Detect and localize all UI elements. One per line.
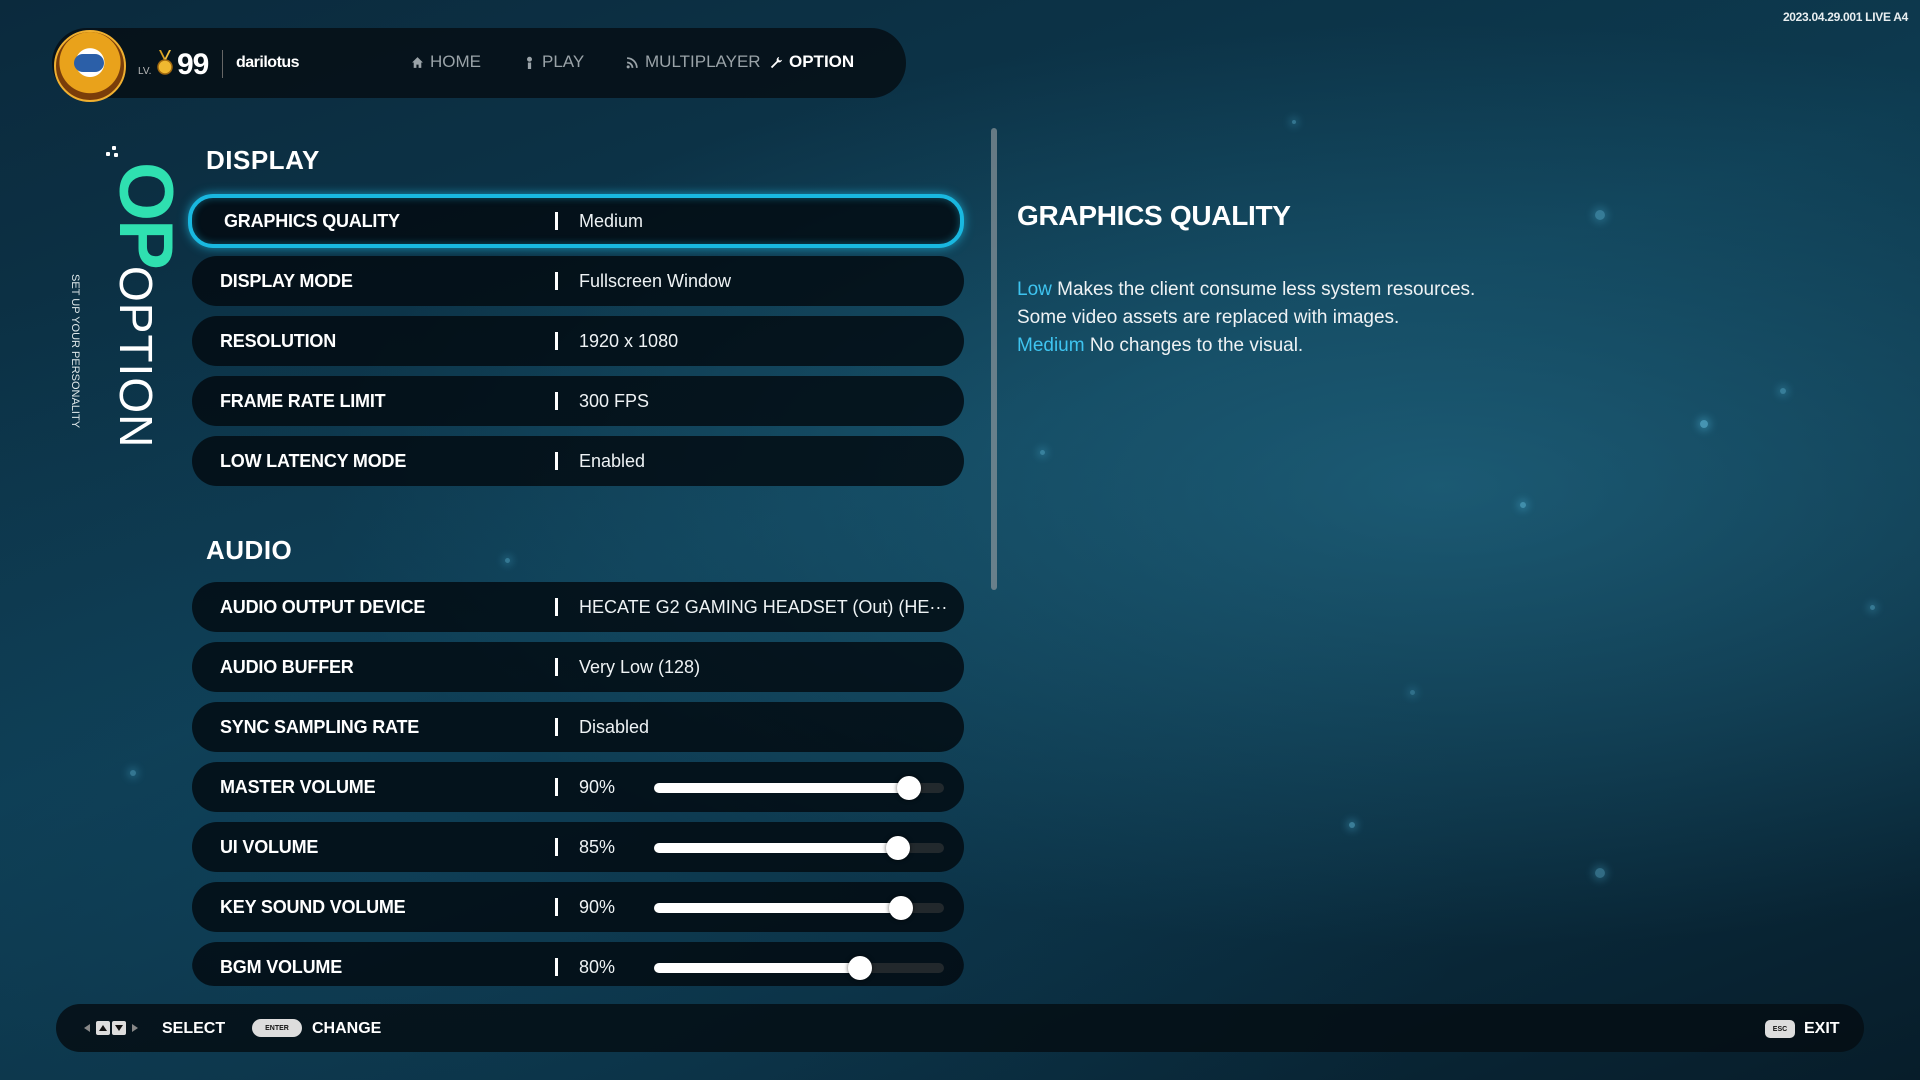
nav-play[interactable]: PLAY — [523, 52, 584, 72]
row-value: 90% — [579, 777, 616, 797]
low-keyword: Low — [1017, 279, 1052, 300]
row-separator — [555, 392, 558, 410]
row-graphics-quality[interactable]: GRAPHICS QUALITY Medium — [188, 194, 964, 248]
row-value: 1920 x 1080 — [579, 331, 679, 351]
enter-key-icon: ENTER — [252, 1019, 302, 1037]
row-low-latency-mode[interactable]: LOW LATENCY MODE Enabled — [192, 436, 964, 486]
row-audio-buffer[interactable]: AUDIO BUFFER Very Low (128) — [192, 642, 964, 692]
row-separator — [555, 452, 558, 470]
nav-play-label: PLAY — [542, 52, 585, 71]
row-label: KEY SOUND VOLUME — [220, 897, 406, 917]
row-value: 85% — [579, 837, 616, 857]
row-separator — [555, 778, 558, 796]
row-label: RESOLUTION — [220, 331, 337, 351]
nav-option[interactable]: OPTION — [770, 52, 854, 72]
signal-icon — [626, 56, 638, 68]
row-label: FRAME RATE LIMIT — [220, 391, 386, 411]
row-value: Enabled — [579, 451, 646, 471]
row-separator — [555, 212, 558, 230]
row-label: AUDIO OUTPUT DEVICE — [220, 597, 426, 617]
side-option-text: OPTION — [110, 266, 162, 448]
row-label: BGM VOLUME — [220, 957, 342, 977]
row-separator — [555, 272, 558, 290]
slider-handle[interactable] — [885, 836, 910, 860]
level-label: LV. — [138, 66, 152, 77]
row-label: SYNC SAMPLING RATE — [220, 717, 420, 737]
side-option-title: OP OPTION SET UP YOUR PERSONALITY — [69, 162, 188, 448]
row-separator — [555, 838, 558, 856]
wrench-icon — [770, 56, 783, 68]
row-separator — [555, 598, 558, 616]
row-frame-rate-limit[interactable]: FRAME RATE LIMIT 300 FPS — [192, 376, 964, 426]
nav-multiplayer[interactable]: MULTIPLAYER — [626, 52, 761, 72]
low-text: Makes the client consume less system res… — [1051, 279, 1476, 300]
avatar[interactable] — [54, 30, 126, 102]
volume-slider[interactable] — [654, 836, 944, 860]
row-separator — [555, 898, 558, 916]
row-resolution[interactable]: RESOLUTION 1920 x 1080 — [192, 316, 964, 366]
row-label: MASTER VOLUME — [220, 777, 376, 797]
username: darilotus — [236, 54, 300, 71]
volume-slider[interactable] — [654, 776, 944, 800]
select-hint: SELECT — [162, 1020, 226, 1037]
row-value: Disabled — [579, 717, 650, 737]
side-op-text: OP — [103, 162, 188, 268]
medium-text: No changes to the visual. — [1084, 335, 1304, 356]
slider-handle[interactable] — [847, 956, 872, 980]
player-level: 99 — [177, 48, 209, 81]
row-label: DISPLAY MODE — [220, 271, 353, 291]
detail-title: GRAPHICS QUALITY — [1017, 200, 1291, 231]
esc-key-icon: ESC — [1765, 1020, 1795, 1038]
arrow-keys-icon — [84, 1021, 138, 1035]
low-text-2: Some video assets are replaced with imag… — [1017, 307, 1400, 328]
exit-button[interactable]: EXIT — [1804, 1020, 1840, 1038]
row-value: 300 FPS — [579, 391, 650, 411]
row-separator — [555, 958, 558, 976]
person-icon — [527, 56, 532, 69]
change-hint: CHANGE — [312, 1020, 382, 1037]
row-label: GRAPHICS QUALITY — [224, 211, 400, 231]
row-value: Fullscreen Window — [579, 271, 732, 291]
medal-icon — [157, 50, 173, 75]
side-subtitle: SET UP YOUR PERSONALITY — [69, 274, 81, 429]
section-audio-title: AUDIO — [206, 535, 293, 565]
row-bgm-volume[interactable]: BGM VOLUME 80% — [192, 942, 964, 986]
row-label: LOW LATENCY MODE — [220, 451, 407, 471]
row-value: 90% — [579, 897, 616, 917]
section-display-title: DISPLAY — [206, 145, 320, 175]
slider-handle[interactable] — [897, 776, 922, 800]
scrollbar[interactable] — [991, 128, 997, 590]
row-sync-sampling-rate[interactable]: SYNC SAMPLING RATE Disabled — [192, 702, 964, 752]
row-key-sound-volume[interactable]: KEY SOUND VOLUME 90% — [192, 882, 964, 932]
row-separator — [555, 718, 558, 736]
row-label: AUDIO BUFFER — [220, 657, 354, 677]
row-master-volume[interactable]: MASTER VOLUME 90% — [192, 762, 964, 812]
row-separator — [555, 658, 558, 676]
nav-multiplayer-label: MULTIPLAYER — [645, 52, 761, 71]
row-label: UI VOLUME — [220, 837, 319, 857]
volume-slider[interactable] — [654, 956, 944, 980]
row-audio-output-device[interactable]: AUDIO OUTPUT DEVICE HECATE G2 GAMING HEA… — [192, 582, 964, 632]
detail-description: Low Makes the client consume less system… — [1017, 276, 1475, 360]
row-ui-volume[interactable]: UI VOLUME 85% — [192, 822, 964, 872]
row-value: 80% — [579, 957, 616, 977]
row-value: Very Low (128) — [579, 657, 701, 677]
row-separator — [555, 332, 558, 350]
row-value: HECATE G2 GAMING HEADSET (Out) (HE··· — [579, 597, 948, 617]
volume-slider[interactable] — [654, 896, 944, 920]
nav-home-label: HOME — [430, 52, 481, 71]
medium-keyword: Medium — [1017, 335, 1085, 356]
row-value: Medium — [579, 211, 644, 231]
divider — [222, 50, 223, 78]
slider-handle[interactable] — [888, 896, 913, 920]
nav-home[interactable]: HOME — [411, 52, 481, 72]
nav-option-label: OPTION — [789, 52, 855, 71]
home-icon — [412, 56, 423, 68]
row-display-mode[interactable]: DISPLAY MODE Fullscreen Window — [192, 256, 964, 306]
version-label: 2023.04.29.001 LIVE A4 — [1782, 10, 1908, 24]
